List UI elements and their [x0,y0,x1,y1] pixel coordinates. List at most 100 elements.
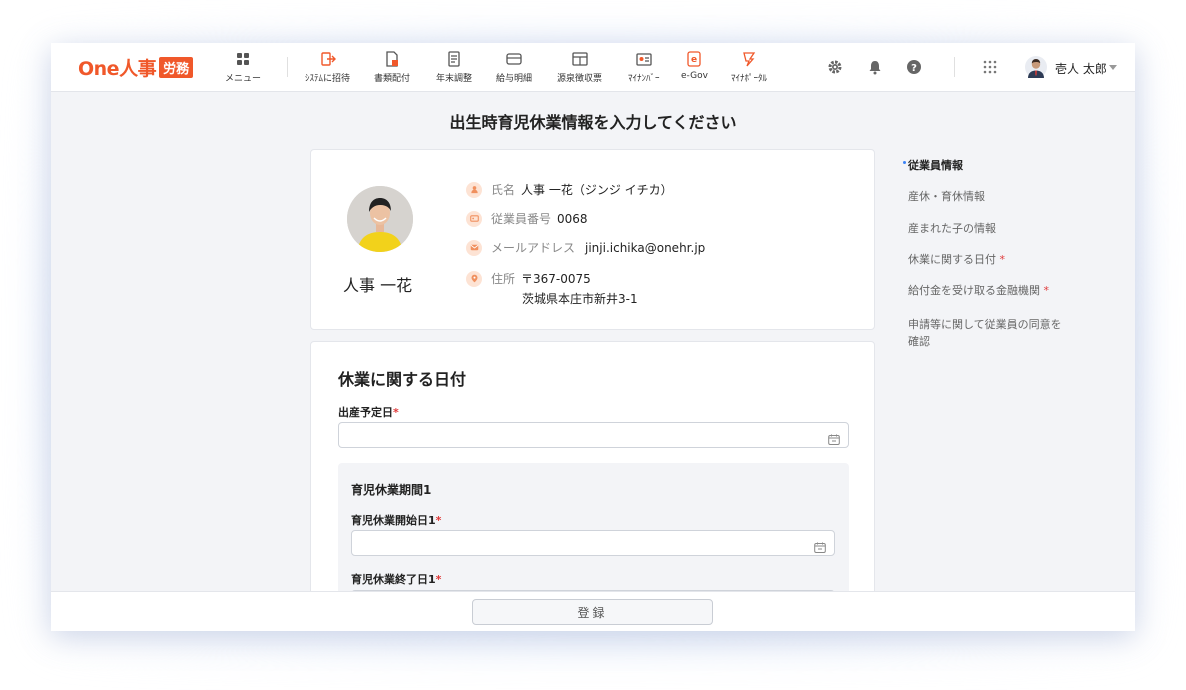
svg-text:e: e [691,55,697,65]
header-divider [287,57,288,77]
nav-label: 給与明細 [496,74,533,84]
address-line: 茨城県本庄市新井3-1 [522,292,638,306]
egov-icon: e [685,50,703,68]
app-window: One人事 労務 メニュー ｼｽﾃﾑに招待 書類配付 年末調整 給与明細 源泉徴… [51,43,1135,631]
nav-payslip[interactable]: 給与明細 [496,50,532,86]
app-logo[interactable]: One人事 労務 [78,56,194,80]
sidenav-label: 従業員情報 [908,159,963,172]
nav-label: ﾏｲﾅﾝﾊﾞｰ [628,74,660,84]
nav-year-end-adjust[interactable]: 年末調整 [436,50,472,86]
sidenav-employee-info[interactable]: 従業員情報 [908,157,963,173]
section-title: 休業に関する日付 [338,370,467,389]
nav-invite[interactable]: ｼｽﾃﾑに招待 [305,50,350,86]
nav-label: e-Gov [681,71,708,81]
sidenav-consent[interactable]: 申請等に関して従業員の同意を [908,316,1062,332]
grid-menu-icon [234,50,252,68]
leave-start-label: 育児休業開始日1* [351,512,441,528]
page-title: 出生時育児休業情報を入力してください [449,113,737,132]
leave-period-title: 育児休業期間1 [351,483,432,497]
nav-egov[interactable]: e e-Gov [681,50,708,86]
document-distribute-icon [383,50,401,68]
menu-button[interactable]: メニュー [225,50,261,86]
employee-name-row: 氏名 人事 一花（ジンジ イチカ） [466,181,673,198]
nav-withholding-slip[interactable]: 源泉徴収票 [557,50,602,86]
name-value: 人事 一花（ジンジ イチカ） [521,183,673,197]
required-mark: * [1043,284,1050,297]
nav-label: ｼｽﾃﾑに招待 [305,74,351,84]
employee-number-row: 従業員番号 0068 [466,210,588,227]
due-date-input[interactable] [338,422,849,448]
leave-period-panel: 育児休業期間1 育児休業開始日1* 育児休業終了日1* [338,463,849,616]
sidenav-label: 産休・育休情報 [908,190,985,203]
employee-number-value: 0068 [557,211,588,226]
sidenav-label: 確認 [908,335,930,348]
name-label: 氏名 [491,183,516,197]
due-date-label-text: 出産予定日 [338,406,393,419]
leave-start-date-input[interactable] [351,530,835,556]
required-mark: * [393,406,399,419]
leave-end-label-text: 育児休業終了日1 [351,573,436,586]
id-card-icon [466,210,482,227]
help-question-icon[interactable]: ? [905,58,923,76]
employee-number-label: 従業員番号 [491,212,552,226]
sidenav-child-info[interactable]: 産まれた子の情報 [908,220,996,236]
email-value: jinji.ichika@onehr.jp [585,240,706,255]
calendar-icon[interactable] [828,430,840,445]
sidenav-consent-line2[interactable]: 確認 [908,333,930,349]
header-divider [954,57,955,77]
due-date-label: 出産予定日* [338,404,399,420]
sidenav-leave-info[interactable]: 産休・育休情報 [908,188,985,204]
employee-address-row: 住所 〒367-0075 [466,270,591,287]
nav-myna-portal[interactable]: ﾏｲﾅﾎﾟｰﾀﾙ [731,50,767,86]
logo-text: One人事 [78,57,157,80]
mail-icon [466,239,482,256]
required-mark: * [999,253,1006,266]
year-end-adjust-icon [445,50,463,68]
employee-email-row: メールアドレス jinji.ichika@onehr.jp [466,239,705,256]
employee-avatar [347,186,413,252]
leave-dates-card: 休業に関する日付 出産予定日* 育児休業期間1 育児休業開始日1* 育児休業終了… [310,341,875,616]
leave-end-label: 育児休業終了日1* [351,571,441,587]
sidenav-leave-dates[interactable]: 休業に関する日付 * [908,251,1005,267]
user-name[interactable]: 壱人 太郎 [1055,60,1107,77]
nav-label: 書類配付 [374,74,411,84]
calendar-icon[interactable] [814,538,826,553]
my-number-icon [635,50,653,68]
notification-bell-icon[interactable] [866,58,884,76]
invite-icon [319,50,337,68]
logo-badge: 労務 [159,56,194,78]
sidenav-label: 産まれた子の情報 [908,222,996,235]
nav-label: 年末調整 [436,74,473,84]
employee-display-name: 人事 一花 [343,276,413,295]
employee-info-card: 人事 一花 氏名 人事 一花（ジンジ イチカ） 従業員番号 0068 メールアド… [310,149,875,330]
sidenav-label: 休業に関する日付 [908,253,996,266]
user-dropdown-caret-icon[interactable] [1109,65,1117,70]
settings-gear-icon[interactable] [826,58,844,76]
myna-portal-icon [740,50,758,68]
required-mark: * [435,573,442,586]
menu-label: メニュー [225,74,262,84]
address-label: 住所 [491,272,516,286]
payslip-icon [505,50,523,68]
leave-start-label-text: 育児休業開始日1 [351,514,436,527]
required-mark: * [435,514,442,527]
nav-label: 源泉徴収票 [557,74,603,84]
sidenav-bank[interactable]: 給付金を受け取る金融機関 * [908,282,1049,298]
nav-my-number[interactable]: ﾏｲﾅﾝﾊﾞｰ [628,50,660,86]
location-pin-icon [466,270,482,287]
svg-text:?: ? [911,63,917,74]
sidenav-label: 申請等に関して従業員の同意を [908,318,1062,331]
nav-label: ﾏｲﾅﾎﾟｰﾀﾙ [731,74,768,84]
user-avatar[interactable] [1025,56,1047,78]
top-header: One人事 労務 メニュー ｼｽﾃﾑに招待 書類配付 年末調整 給与明細 源泉徴… [51,43,1135,92]
submit-button[interactable]: 登録 [472,599,713,625]
address-zip: 〒367-0075 [521,272,591,286]
withholding-slip-icon [571,50,589,68]
email-label: メールアドレス [491,241,576,255]
active-section-dot [903,161,906,164]
app-launcher-grid-icon[interactable] [981,58,999,76]
person-icon [466,181,482,198]
sidenav-label: 給付金を受け取る金融機関 [908,284,1040,297]
nav-document-distribute[interactable]: 書類配付 [374,50,410,86]
footer-bar: 登録 [51,591,1135,631]
